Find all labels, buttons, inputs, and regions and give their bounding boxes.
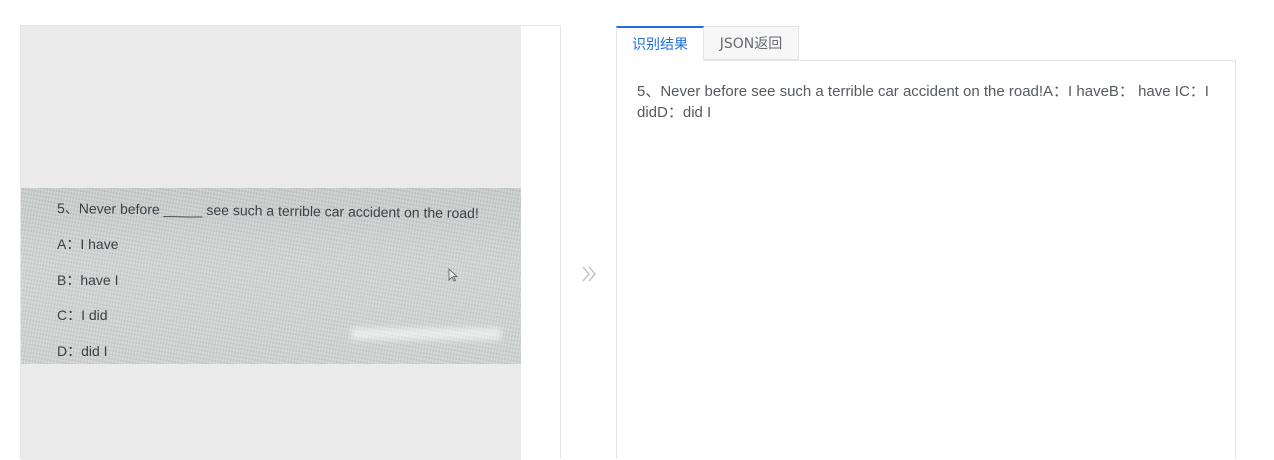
photo-option-a: A：I have xyxy=(57,236,119,252)
uploaded-photo: 5、Never before _____ see such a terrible… xyxy=(21,188,521,364)
photo-question-line: 5、Never before _____ see such a terrible… xyxy=(56,200,479,222)
image-preview-area: 5、Never before _____ see such a terrible… xyxy=(21,26,521,460)
photo-option-b: B：have I xyxy=(57,272,119,288)
result-content-box: 5、Never before see such a terrible car a… xyxy=(616,60,1236,459)
photo-option-c: C：I did xyxy=(57,307,108,323)
mouse-pointer-icon xyxy=(448,268,458,282)
result-panel: 识别结果 JSON返回 5、Never before see such a te… xyxy=(616,26,1236,459)
tab-json-response[interactable]: JSON返回 xyxy=(704,26,799,60)
photo-glare xyxy=(351,328,501,340)
tab-recognition-result[interactable]: 识别结果 xyxy=(616,26,704,61)
photo-option-d: D：did I xyxy=(57,343,108,359)
double-chevron-right-icon xyxy=(582,266,597,282)
source-image-panel: 5、Never before _____ see such a terrible… xyxy=(20,25,561,460)
recognized-text: 5、Never before see such a terrible car a… xyxy=(637,83,1209,121)
result-tabs: 识别结果 JSON返回 xyxy=(616,26,799,61)
